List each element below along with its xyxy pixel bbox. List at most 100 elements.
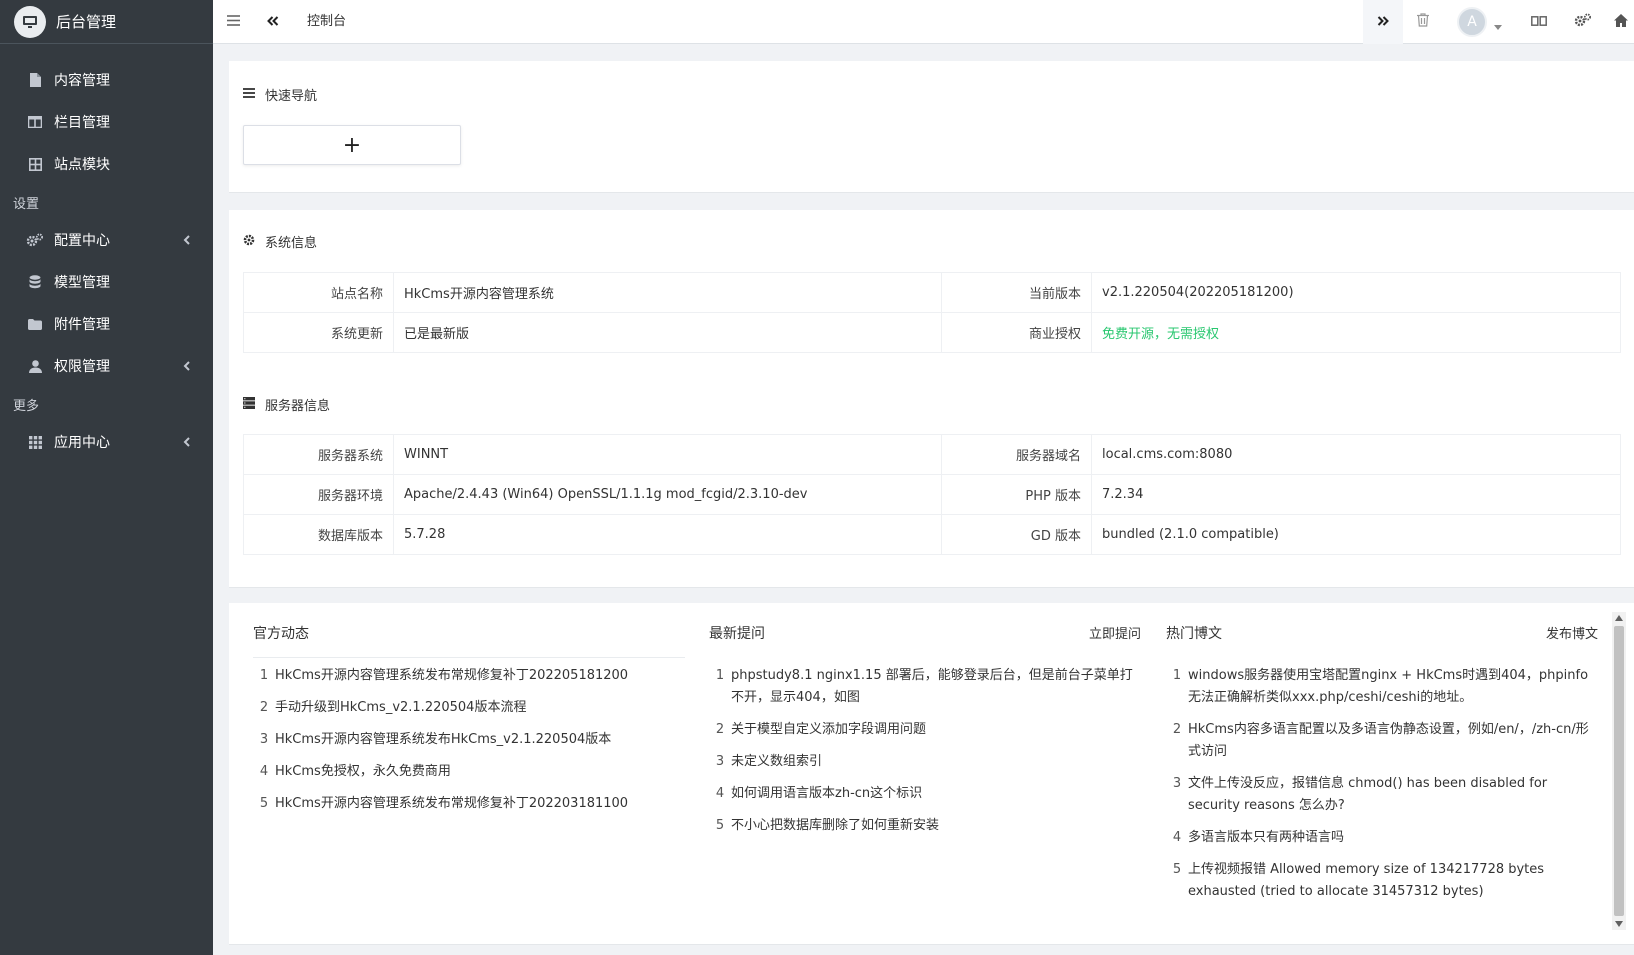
server-icon bbox=[243, 396, 260, 413]
info-label: 服务器域名 bbox=[941, 434, 1092, 475]
news-title: 官方动态 bbox=[253, 626, 309, 642]
columns-toggle-button[interactable] bbox=[1519, 0, 1559, 44]
tab-dashboard[interactable]: 控制台 bbox=[307, 0, 346, 44]
sidebar-item-columns[interactable]: 栏目管理 bbox=[0, 101, 213, 143]
question-link[interactable]: 如何调用语言版本zh-cn这个标识 bbox=[731, 783, 1141, 805]
item-number: 5 bbox=[1172, 862, 1182, 877]
columns-icon bbox=[1531, 15, 1547, 30]
list-item[interactable]: 2 手动升级到HkCms_v2.1.220504版本流程 bbox=[253, 697, 685, 719]
list-icon bbox=[243, 87, 260, 102]
question-link[interactable]: 关于模型自定义添加字段调用问题 bbox=[731, 719, 1141, 741]
brand-title: 后台管理 bbox=[56, 13, 117, 31]
sidebar-item-models[interactable]: 模型管理 bbox=[0, 261, 213, 303]
gear-icon bbox=[243, 234, 260, 250]
system-info-title-text: 系统信息 bbox=[265, 236, 318, 251]
info-value: WINNT bbox=[393, 434, 942, 475]
table-row: 数据库版本 5.7.28 GD 版本 bundled (2.1.0 compat… bbox=[243, 514, 1621, 555]
user-avatar[interactable]: A bbox=[1457, 7, 1487, 37]
item-number: 3 bbox=[259, 732, 269, 747]
user-icon bbox=[26, 357, 44, 375]
list-item[interactable]: 2 关于模型自定义添加字段调用问题 bbox=[709, 719, 1141, 741]
questions-list: 1 phpstudy8.1 nginx1.15 部署后，能够登录后台，但是前台子菜… bbox=[709, 665, 1141, 847]
question-link[interactable]: 不小心把数据库删除了如何重新安装 bbox=[731, 815, 1141, 837]
blog-link[interactable]: 多语言版本只有两种语言吗 bbox=[1188, 827, 1598, 849]
list-item[interactable]: 4 多语言版本只有两种语言吗 bbox=[1166, 827, 1598, 849]
folder-icon bbox=[26, 315, 44, 333]
list-item[interactable]: 5 不小心把数据库删除了如何重新安装 bbox=[709, 815, 1141, 837]
sidebar-item-config-center[interactable]: 配置中心 bbox=[0, 219, 213, 261]
info-label: 数据库版本 bbox=[243, 514, 394, 555]
list-item[interactable]: 4 如何调用语言版本zh-cn这个标识 bbox=[709, 783, 1141, 805]
info-value: 7.2.34 bbox=[1091, 474, 1621, 515]
list-item[interactable]: 1 phpstudy8.1 nginx1.15 部署后，能够登录后台，但是前台子菜… bbox=[709, 665, 1141, 709]
settings-button[interactable] bbox=[1563, 0, 1603, 44]
info-value: 5.7.28 bbox=[393, 514, 942, 555]
table-row: 服务器环境 Apache/2.4.43 (Win64) OpenSSL/1.1.… bbox=[243, 474, 1621, 515]
list-item[interactable]: 5 HkCms开源内容管理系统发布常规修复补丁202203181100 bbox=[253, 793, 685, 815]
info-value: Apache/2.4.43 (Win64) OpenSSL/1.1.1g mod… bbox=[393, 474, 942, 515]
info-label: 当前版本 bbox=[941, 272, 1092, 313]
monitor-icon bbox=[14, 5, 46, 38]
chevron-left-icon bbox=[181, 360, 191, 372]
sidebar-item-label: 站点模块 bbox=[54, 157, 110, 173]
news-link[interactable]: HkCms开源内容管理系统发布常规修复补丁202205181200 bbox=[275, 665, 685, 687]
item-number: 2 bbox=[715, 722, 725, 737]
list-item[interactable]: 3 文件上传没反应，报错信息 chmod() has been disabled … bbox=[1166, 773, 1598, 817]
add-quick-nav-button[interactable]: + bbox=[243, 125, 461, 165]
list-item[interactable]: 3 未定义数组索引 bbox=[709, 751, 1141, 773]
tabs-scroll-left-button[interactable] bbox=[253, 0, 293, 44]
blog-link[interactable]: 文件上传没反应，报错信息 chmod() has been disabled f… bbox=[1188, 773, 1598, 817]
question-link[interactable]: 未定义数组索引 bbox=[731, 751, 1141, 773]
list-item[interactable]: 4 HkCms免授权，永久免费商用 bbox=[253, 761, 685, 783]
list-item[interactable]: 1 windows服务器使用宝塔配置nginx + HkCms时遇到404，php… bbox=[1166, 665, 1598, 709]
trash-icon bbox=[1417, 13, 1429, 31]
sidebar-item-attachments[interactable]: 附件管理 bbox=[0, 303, 213, 345]
sidebar-item-site-modules[interactable]: 站点模块 bbox=[0, 143, 213, 185]
quick-nav-title: 快速导航 bbox=[243, 85, 317, 104]
license-status: 免费开源，无需授权 bbox=[1091, 312, 1621, 353]
home-button[interactable] bbox=[1607, 0, 1634, 44]
list-item[interactable]: 2 HkCms内容多语言配置以及多语言伪静态设置，例如/en/，/zh-cn/形式… bbox=[1166, 719, 1598, 763]
list-item[interactable]: 3 HkCms开源内容管理系统发布HkCms_v2.1.220504版本 bbox=[253, 729, 685, 751]
clear-cache-button[interactable] bbox=[1403, 0, 1443, 44]
menu-toggle-button[interactable] bbox=[213, 0, 253, 44]
sidebar-item-app-center[interactable]: 应用中心 bbox=[0, 421, 213, 463]
scrollbar[interactable] bbox=[1612, 612, 1626, 930]
tabs-scroll-right-button[interactable] bbox=[1363, 0, 1403, 44]
sidebar-item-label: 附件管理 bbox=[54, 317, 110, 333]
info-value: 已是最新版 bbox=[393, 312, 942, 353]
news-link[interactable]: HkCms开源内容管理系统发布常规修复补丁202203181100 bbox=[275, 793, 685, 815]
sidebar-header-settings: 设置 bbox=[13, 196, 40, 212]
blog-link[interactable]: HkCms内容多语言配置以及多语言伪静态设置，例如/en/，/zh-cn/形式访… bbox=[1188, 719, 1598, 763]
server-info-title-text: 服务器信息 bbox=[265, 399, 331, 414]
item-number: 4 bbox=[259, 764, 269, 779]
list-item[interactable]: 1 HkCms开源内容管理系统发布常规修复补丁202205181200 bbox=[253, 665, 685, 687]
columns-icon bbox=[26, 113, 44, 131]
info-label: 服务器环境 bbox=[243, 474, 394, 515]
chevron-left-icon bbox=[181, 436, 191, 448]
blog-link[interactable]: windows服务器使用宝塔配置nginx + HkCms时遇到404，phpi… bbox=[1188, 665, 1598, 709]
news-link[interactable]: 手动升级到HkCms_v2.1.220504版本流程 bbox=[275, 697, 685, 719]
ask-question-link[interactable]: 立即提问 bbox=[1089, 623, 1141, 642]
sidebar-item-content[interactable]: 内容管理 bbox=[0, 59, 213, 101]
scroll-down-arrow-icon[interactable] bbox=[1615, 921, 1623, 927]
info-label: PHP 版本 bbox=[941, 474, 1092, 515]
item-number: 2 bbox=[259, 700, 269, 715]
news-link[interactable]: HkCms开源内容管理系统发布HkCms_v2.1.220504版本 bbox=[275, 729, 685, 751]
brand[interactable]: 后台管理 bbox=[0, 0, 213, 44]
item-number: 4 bbox=[715, 786, 725, 801]
scroll-up-arrow-icon[interactable] bbox=[1615, 615, 1623, 621]
question-link[interactable]: phpstudy8.1 nginx1.15 部署后，能够登录后台，但是前台子菜单… bbox=[731, 665, 1141, 709]
info-label: 站点名称 bbox=[243, 272, 394, 313]
system-info-table: 站点名称 HkCms开源内容管理系统 当前版本 v2.1.220504(2022… bbox=[243, 272, 1621, 353]
news-list: 1 HkCms开源内容管理系统发布常规修复补丁202205181200 2 手动升级… bbox=[253, 665, 685, 825]
divider bbox=[253, 657, 685, 658]
blog-link[interactable]: 上传视频报错 Allowed memory size of 134217728 … bbox=[1188, 859, 1598, 903]
scroll-thumb[interactable] bbox=[1614, 626, 1624, 916]
publish-blog-link[interactable]: 发布博文 bbox=[1546, 623, 1598, 642]
server-info-title: 服务器信息 bbox=[243, 395, 330, 414]
sidebar-item-permissions[interactable]: 权限管理 bbox=[0, 345, 213, 387]
news-link[interactable]: HkCms免授权，永久免费商用 bbox=[275, 761, 685, 783]
caret-down-icon[interactable] bbox=[1494, 19, 1502, 34]
list-item[interactable]: 5 上传视频报错 Allowed memory size of 134217728… bbox=[1166, 859, 1598, 903]
